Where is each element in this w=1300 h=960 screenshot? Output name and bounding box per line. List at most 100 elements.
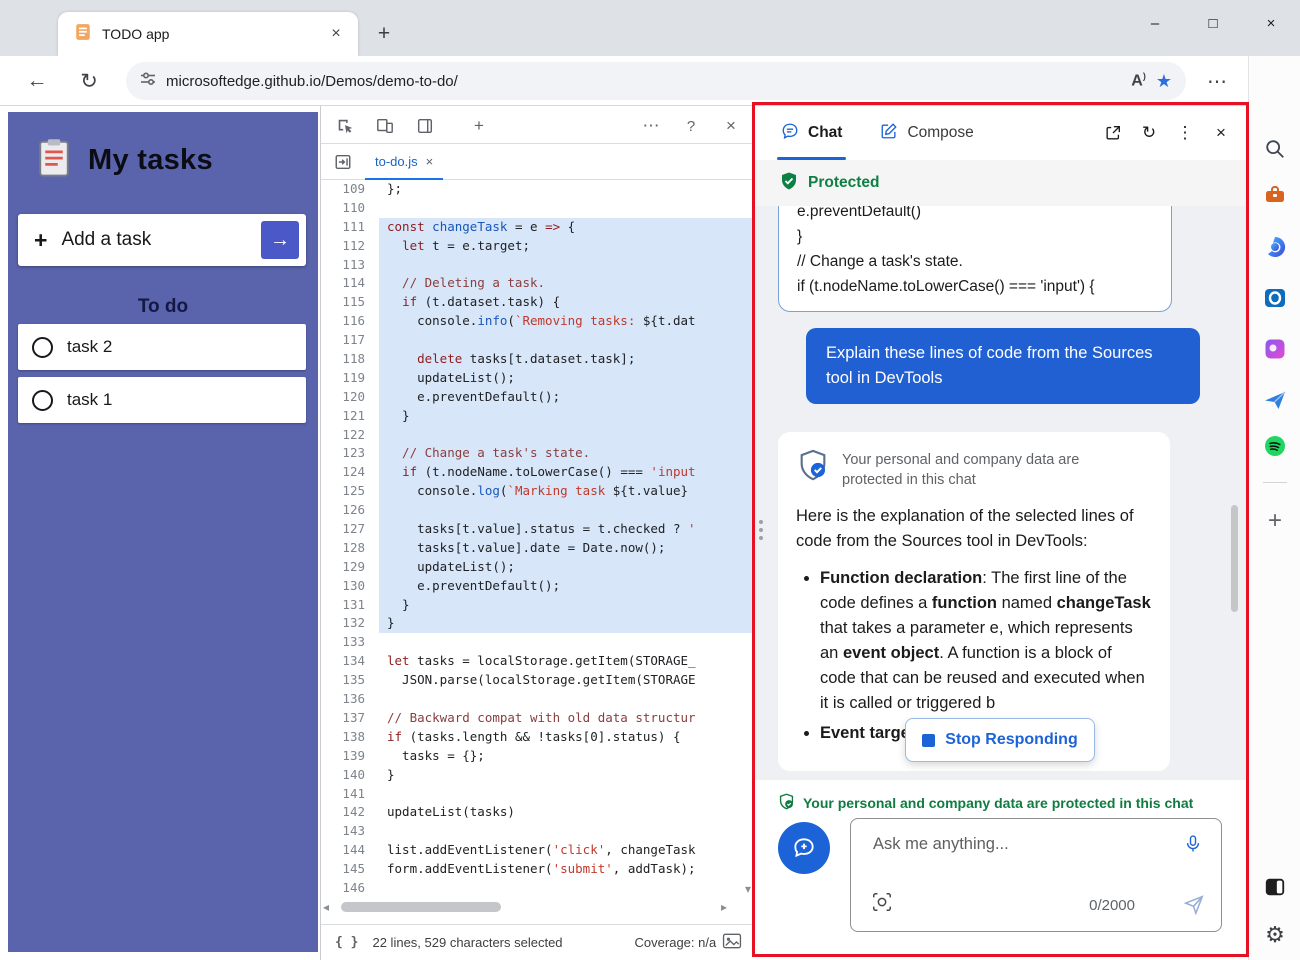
new-topic-button[interactable] [778,822,830,874]
line-number[interactable]: 143 [321,822,379,841]
code-line[interactable]: 114 // Deleting a task. [321,274,756,293]
vertical-scrollbar[interactable]: ▾ [741,180,755,898]
new-tab-button[interactable]: + [370,20,398,48]
line-number[interactable]: 132 [321,614,379,633]
code-line[interactable]: 138if (tasks.length && !tasks[0].status)… [321,728,756,747]
code-line[interactable]: 116 console.info(`Removing tasks: ${t.da… [321,312,756,331]
refresh-button[interactable]: ↻ [72,64,106,98]
image-creator-icon[interactable] [1262,336,1288,362]
line-number[interactable]: 131 [321,596,379,615]
line-number[interactable]: 122 [321,426,379,445]
code-line[interactable]: 109}; [321,180,756,199]
dock-panel-icon[interactable] [413,114,437,138]
code-line[interactable]: 115 if (t.dataset.task) { [321,293,756,312]
navigator-toggle-icon[interactable] [331,150,355,174]
code-line[interactable]: 128 tasks[t.value].date = Date.now(); [321,539,756,558]
tab-compose[interactable]: Compose [876,106,977,160]
chat-input-box[interactable]: 0/2000 [850,818,1222,932]
address-bar[interactable]: microsoftedge.github.io/Demos/demo-to-do… [126,62,1186,100]
line-number[interactable]: 127 [321,520,379,539]
devtools-close-icon[interactable]: × [719,114,743,138]
line-number[interactable]: 144 [321,841,379,860]
line-number[interactable]: 113 [321,256,379,275]
code-line[interactable]: 110 [321,199,756,218]
code-line[interactable]: 136 [321,690,756,709]
code-line[interactable]: 119 updateList(); [321,369,756,388]
refresh-chat-icon[interactable]: ↻ [1134,118,1164,148]
site-info-icon[interactable] [140,71,156,92]
line-number[interactable]: 129 [321,558,379,577]
code-line[interactable]: 146 [321,879,756,898]
line-number[interactable]: 116 [321,312,379,331]
line-number[interactable]: 145 [321,860,379,879]
tab-chat[interactable]: Chat [777,106,846,160]
code-line[interactable]: 144list.addEventListener('click', change… [321,841,756,860]
code-line[interactable]: 111const changeTask = e => { [321,218,756,237]
code-line[interactable]: 132} [321,614,756,633]
code-line[interactable]: 135 JSON.parse(localStorage.getItem(STOR… [321,671,756,690]
line-number[interactable]: 136 [321,690,379,709]
code-line[interactable]: 141 [321,785,756,804]
code-line[interactable]: 117 [321,331,756,350]
window-minimize-button[interactable]: – [1126,0,1184,46]
task-checkbox-icon[interactable] [32,390,53,411]
line-number[interactable]: 123 [321,444,379,463]
file-tab-close-icon[interactable]: × [426,154,434,169]
line-number[interactable]: 112 [321,237,379,256]
image-icon[interactable] [722,933,742,952]
scroll-left-icon[interactable]: ◂ [323,900,329,914]
line-number[interactable]: 140 [321,766,379,785]
devtools-help-icon[interactable]: ? [679,114,703,138]
code-line[interactable]: 123 // Change a task's state. [321,444,756,463]
window-maximize-button[interactable]: □ [1184,0,1242,46]
file-tab-to-do-js[interactable]: to-do.js × [365,144,443,180]
line-number[interactable]: 115 [321,293,379,312]
code-line[interactable]: 121 } [321,407,756,426]
line-number[interactable]: 137 [321,709,379,728]
line-number[interactable]: 126 [321,501,379,520]
copilot-close-icon[interactable]: × [1206,118,1236,148]
devtools-more-icon[interactable]: ⋯ [639,114,663,138]
code-line[interactable]: 118 delete tasks[t.dataset.task]; [321,350,756,369]
line-number[interactable]: 114 [321,274,379,293]
code-line[interactable]: 143 [321,822,756,841]
add-task-button[interactable]: + Add a task → [18,214,306,266]
line-number[interactable]: 142 [321,803,379,822]
microsoft-365-icon[interactable] [1262,234,1288,260]
code-line[interactable]: 129 updateList(); [321,558,756,577]
code-line[interactable]: 124 if (t.nodeName.toLowerCase() === 'in… [321,463,756,482]
open-in-window-icon[interactable] [1098,118,1128,148]
line-number[interactable]: 111 [321,218,379,237]
line-number[interactable]: 124 [321,463,379,482]
code-line[interactable]: 113 [321,256,756,275]
line-number[interactable]: 135 [321,671,379,690]
spotify-icon[interactable] [1262,433,1288,459]
code-line[interactable]: 140} [321,766,756,785]
code-line[interactable]: 130 e.preventDefault(); [321,577,756,596]
code-line[interactable]: 133 [321,633,756,652]
code-line[interactable]: 134let tasks = localStorage.getItem(STOR… [321,652,756,671]
chat-scroll-area[interactable]: e.preventDefault()}// Change a task's st… [755,206,1248,780]
code-line[interactable]: 131 } [321,596,756,615]
scroll-down-icon[interactable]: ▾ [741,882,755,896]
line-number[interactable]: 139 [321,747,379,766]
line-number[interactable]: 117 [321,331,379,350]
code-line[interactable]: 142updateList(tasks) [321,803,756,822]
line-number[interactable]: 134 [321,652,379,671]
code-line[interactable]: 137// Backward compat with old data stru… [321,709,756,728]
outlook-icon[interactable] [1262,285,1288,311]
line-number[interactable]: 120 [321,388,379,407]
task-item[interactable]: task 2 [18,324,306,370]
add-tab-icon[interactable]: + [467,114,491,138]
line-number[interactable]: 138 [321,728,379,747]
browser-tab[interactable]: TODO app × [58,12,358,56]
line-number[interactable]: 130 [321,577,379,596]
code-line[interactable]: 139 tasks = {}; [321,747,756,766]
drop-icon[interactable] [1262,387,1288,413]
line-number[interactable]: 128 [321,539,379,558]
code-line[interactable]: 126 [321,501,756,520]
horizontal-scrollbar[interactable]: ◂ ▸ [323,900,727,914]
url-text[interactable]: microsoftedge.github.io/Demos/demo-to-do… [166,73,1121,90]
line-number[interactable]: 146 [321,879,379,898]
tab-close-icon[interactable]: × [324,22,348,46]
